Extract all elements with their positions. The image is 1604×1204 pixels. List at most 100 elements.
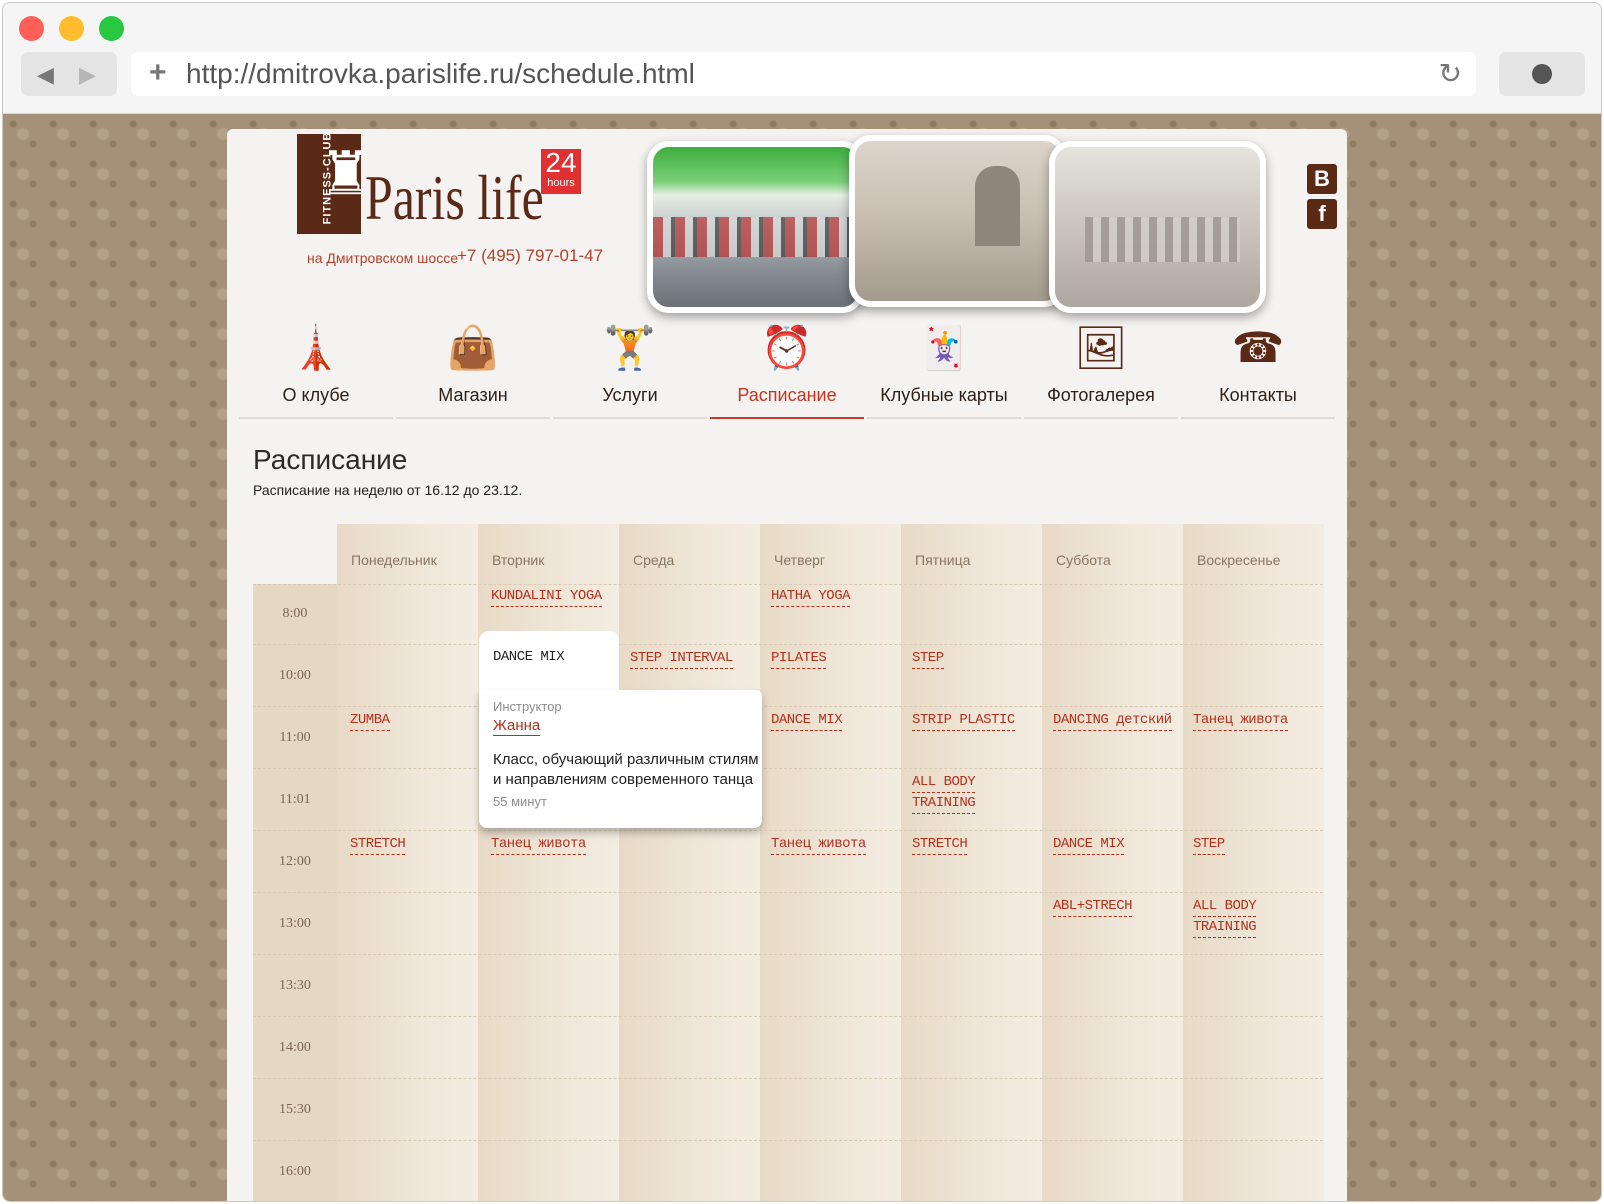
class-link[interactable]: DANCE MIX: [771, 710, 843, 731]
class-link[interactable]: STRIP PLASTIC: [912, 710, 1015, 731]
menu-item-services[interactable]: 🏋 Услуги: [553, 314, 707, 419]
class-link[interactable]: ABL+STRECH: [1053, 896, 1133, 917]
page-viewport: FITNESS-CLUB ♜ Paris life 24 hours на Дм…: [3, 114, 1601, 1201]
row-divider: [253, 768, 1323, 769]
class-link[interactable]: TRAINING: [912, 793, 976, 814]
class-link[interactable]: HATHA YOGA: [771, 586, 851, 607]
menu-item-contacts[interactable]: ☎ Контакты: [1181, 314, 1335, 419]
club-phone: +7 (495) 797-01-47: [457, 246, 604, 265]
time-label: 15:30: [279, 1102, 311, 1117]
history-buttons: ◀ ▶: [21, 52, 117, 96]
menu-item-label: Магазин: [438, 385, 508, 405]
day-header: Понедельник: [351, 552, 437, 568]
class-link[interactable]: STEP INTERVAL: [630, 648, 733, 669]
row-divider: [253, 830, 1323, 831]
row-divider: [253, 1078, 1323, 1079]
day-column-thursday: Четверг: [760, 524, 901, 1201]
day-header: Пятница: [915, 552, 971, 568]
day-column-friday: Пятница: [901, 524, 1042, 1201]
popup-description: Класс, обучающий различным стилям и напр…: [493, 751, 759, 788]
minimize-window-button[interactable]: [59, 16, 84, 41]
record-button[interactable]: [1499, 52, 1585, 96]
row-divider: [253, 1016, 1323, 1017]
menu-item-label: Клубные карты: [880, 385, 1008, 405]
time-label: 11:01: [279, 792, 311, 807]
time-label: 10:00: [279, 668, 311, 683]
facebook-icon[interactable]: f: [1307, 199, 1337, 229]
row-divider: [253, 706, 1323, 707]
class-link[interactable]: STEP: [912, 648, 944, 669]
logo-tag: FITNESS-CLUB ♜: [297, 132, 373, 234]
hours-badge: 24 hours: [541, 149, 581, 194]
new-tab-plus-icon[interactable]: +: [149, 56, 167, 90]
menu-item-gallery[interactable]: 🖼 Фотогалерея: [1024, 314, 1178, 419]
menu-item-about[interactable]: 🗼 О клубе: [239, 314, 393, 419]
gym-photo-1[interactable]: [647, 141, 864, 313]
close-window-button[interactable]: [19, 16, 44, 41]
menu-item-club-cards[interactable]: 🃏 Клубные карты: [867, 314, 1021, 419]
class-link[interactable]: KUNDALINI YOGA: [491, 586, 602, 607]
day-column-sunday: Воскресенье: [1183, 524, 1324, 1201]
menu-item-label: Контакты: [1219, 385, 1297, 405]
day-header: Вторник: [492, 552, 545, 568]
shopping-bag-icon: 👜: [446, 324, 500, 371]
popup-instructor-label: Инструктор: [493, 699, 562, 714]
telephone-icon: ☎: [1231, 324, 1285, 371]
logo-name: Paris life: [365, 162, 544, 233]
class-link[interactable]: ALL BODY: [1193, 896, 1257, 917]
eiffel-tower-icon: 🗼: [289, 324, 343, 371]
day-header: Среда: [633, 552, 675, 568]
record-dot-icon: [1532, 64, 1552, 84]
class-link[interactable]: ALL BODY: [912, 772, 976, 793]
class-link[interactable]: Танец живота: [491, 834, 586, 855]
url-text[interactable]: http://dmitrovka.parislife.ru/schedule.h…: [186, 58, 695, 90]
time-label: 11:00: [279, 730, 311, 745]
menu-item-shop[interactable]: 👜 Магазин: [396, 314, 550, 419]
class-link[interactable]: DANCING детский: [1053, 710, 1172, 731]
class-link[interactable]: STEP: [1193, 834, 1225, 855]
dumbbell-icon: 🏋: [603, 324, 657, 371]
site-logo[interactable]: FITNESS-CLUB ♜ Paris life 24 hours на Дм…: [297, 132, 603, 266]
reload-icon[interactable]: ↻: [1439, 57, 1462, 90]
back-arrow-icon[interactable]: ◀: [37, 62, 54, 88]
vk-icon[interactable]: B: [1307, 164, 1337, 194]
main-menu: 🗼 О клубе 👜 Магазин 🏋 Услуги ⏰ Расписани…: [239, 314, 1335, 419]
time-label: 14:00: [279, 1040, 311, 1055]
gym-photo-2[interactable]: [849, 135, 1066, 307]
club-location: на Дмитровском шоссе: [307, 250, 458, 266]
class-link[interactable]: ZUMBA: [350, 710, 390, 731]
day-column-monday: Понедельник: [337, 524, 478, 1201]
class-link[interactable]: DANCE MIX: [1053, 834, 1125, 855]
forward-arrow-icon[interactable]: ▶: [79, 62, 96, 88]
popup-class-name: DANCE MIX: [493, 649, 565, 665]
class-link[interactable]: PILATES: [771, 648, 827, 669]
day-header: Воскресенье: [1197, 552, 1281, 568]
menu-item-label: Услуги: [602, 385, 658, 405]
row-divider: [253, 954, 1323, 955]
browser-titlebar: ◀ ▶ + http://dmitrovka.parislife.ru/sche…: [3, 3, 1601, 114]
menu-item-schedule[interactable]: ⏰ Расписание: [710, 314, 864, 419]
day-header: Суббота: [1056, 552, 1111, 568]
day-column-wednesday: Среда: [619, 524, 760, 1201]
badge-text: hours: [547, 177, 575, 189]
time-label: 16:00: [279, 1164, 311, 1179]
class-link[interactable]: STRETCH: [350, 834, 406, 855]
address-bar[interactable]: + http://dmitrovka.parislife.ru/schedule…: [131, 52, 1476, 96]
day-column-saturday: Суббота: [1042, 524, 1183, 1201]
class-link[interactable]: STRETCH: [912, 834, 968, 855]
maximize-window-button[interactable]: [99, 16, 124, 41]
row-divider: [253, 644, 1323, 645]
row-divider: [253, 892, 1323, 893]
time-label: 13:00: [279, 916, 311, 931]
gym-photo-3[interactable]: [1049, 141, 1266, 313]
day-header: Четверг: [774, 552, 826, 568]
alarm-clock-icon: ⏰: [760, 324, 814, 371]
menu-item-label: Фотогалерея: [1047, 385, 1155, 405]
class-link[interactable]: TRAINING: [1193, 917, 1257, 938]
class-link[interactable]: Танец живота: [1193, 710, 1288, 731]
cards-icon: 🃏: [917, 324, 971, 371]
popup-instructor-link[interactable]: Жанна: [493, 717, 541, 736]
row-divider: [253, 584, 1323, 585]
photo-frame-icon: 🖼: [1074, 324, 1128, 371]
class-link[interactable]: Танец живота: [771, 834, 866, 855]
